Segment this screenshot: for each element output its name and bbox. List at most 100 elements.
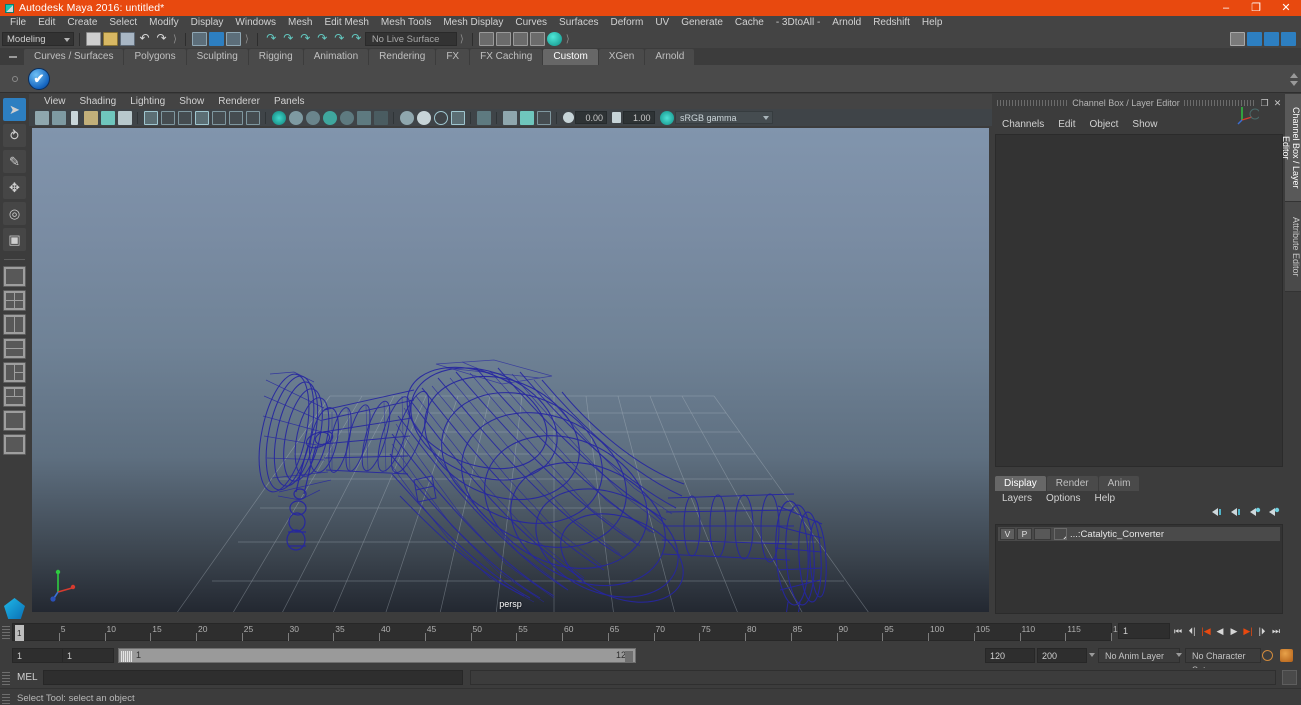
go-to-end-button[interactable]: ⏭ <box>1270 625 1282 638</box>
time-slider-handle[interactable] <box>2 625 10 639</box>
gate-mask-icon[interactable] <box>194 110 209 125</box>
layer-tab-display[interactable]: Display <box>995 476 1046 491</box>
shelf-tab-xgen[interactable]: XGen <box>598 49 645 65</box>
smooth-shade-icon[interactable] <box>228 110 243 125</box>
check-mark-shelf-icon[interactable]: ✔ <box>28 67 50 90</box>
range-slider[interactable]: 1 120 <box>118 648 636 663</box>
menu-cache[interactable]: Cache <box>729 16 770 30</box>
layer-menu-help[interactable]: Help <box>1087 492 1122 506</box>
display-layer-list[interactable]: V P ...:Catalytic_Converter <box>995 524 1283 614</box>
live-surface-field[interactable]: No Live Surface <box>364 32 457 46</box>
step-back-frame-button[interactable]: |◀ <box>1200 625 1212 638</box>
shelf-tab-animation[interactable]: Animation <box>303 49 369 65</box>
anim-layer-dropdown-icon[interactable] <box>1176 653 1182 657</box>
select-by-hierarchy-icon[interactable] <box>191 32 207 46</box>
open-scene-icon[interactable] <box>103 32 118 46</box>
shelf-tab-polygons[interactable]: Polygons <box>124 49 186 65</box>
menu-set-dropdown[interactable]: Modeling <box>2 32 74 46</box>
channel-menu-show[interactable]: Show <box>1125 118 1164 132</box>
shadows-icon[interactable] <box>117 110 132 125</box>
time-slider[interactable]: 1 5 10 15 20 25 30 35 40 45 50 55 60 65 70 75 80 85 90 95 1… <box>12 623 1127 641</box>
use-default-light-icon[interactable] <box>271 110 286 125</box>
exposure-reset-icon[interactable] <box>502 110 517 125</box>
menu-display[interactable]: Display <box>185 16 230 30</box>
playback-speed-dropdown-icon[interactable] <box>1089 653 1095 657</box>
help-line-handle[interactable] <box>2 692 10 704</box>
viewport-menu-panels[interactable]: Panels <box>267 94 312 109</box>
command-input[interactable] <box>43 670 463 685</box>
show-hide-icon[interactable] <box>478 32 494 46</box>
menu-deform[interactable]: Deform <box>605 16 650 30</box>
close-button[interactable]: ✕ <box>1271 0 1301 16</box>
menu-3dtoall[interactable]: - 3DtoAll - <box>770 16 826 30</box>
rotate-tool[interactable]: ◎ <box>3 202 26 225</box>
undock-button[interactable]: ❐ <box>1259 98 1270 109</box>
shelf-tab-arnold[interactable]: Arnold <box>645 49 695 65</box>
shelf-tab-custom[interactable]: Custom <box>543 49 598 65</box>
render-settings-icon[interactable] <box>529 32 545 46</box>
menu-select[interactable]: Select <box>103 16 143 30</box>
ipr-render-icon[interactable] <box>512 32 528 46</box>
xray-joints-icon[interactable] <box>416 110 431 125</box>
range-end-field[interactable]: 120 <box>985 648 1035 663</box>
vertical-tab-attribute-editor[interactable]: Attribute Editor <box>1285 202 1301 292</box>
shelf-tab-rigging[interactable]: Rigging <box>248 49 303 65</box>
gamma-panel-icon[interactable] <box>519 110 534 125</box>
move-tool[interactable]: ✥ <box>3 176 26 199</box>
layout-preset-four-view-layout[interactable] <box>3 290 26 311</box>
hypershade-icon[interactable] <box>546 32 562 46</box>
channel-menu-edit[interactable]: Edit <box>1051 118 1082 132</box>
layout-preset-multi-panel-layout[interactable] <box>3 410 26 431</box>
shadow-map-icon[interactable] <box>288 110 303 125</box>
select-camera-icon[interactable] <box>34 110 49 125</box>
shelf-tab-sculpting[interactable]: Sculpting <box>186 49 248 65</box>
color-management-panel-icon[interactable] <box>536 110 551 125</box>
layout-preset-outliner-persp-layout[interactable] <box>3 338 26 359</box>
menu-edit-mesh[interactable]: Edit Mesh <box>318 16 374 30</box>
select-by-object-icon[interactable] <box>208 32 224 46</box>
viewport-menu-shading[interactable]: Shading <box>73 94 124 109</box>
menu-arnold[interactable]: Arnold <box>826 16 867 30</box>
new-scene-icon[interactable] <box>86 32 101 46</box>
layer-tab-render[interactable]: Render <box>1046 476 1098 491</box>
menu-uv[interactable]: UV <box>649 16 675 30</box>
make-live-icon[interactable]: ↷ <box>349 32 364 46</box>
move-layer-up-icon[interactable] <box>1210 506 1223 518</box>
channel-box-toggle-icon[interactable] <box>1247 32 1262 46</box>
menu-file[interactable]: File <box>4 16 32 30</box>
color-space-dropdown[interactable]: sRGB gamma <box>675 111 773 124</box>
bookmark-icon[interactable] <box>71 110 78 125</box>
select-shading-icon[interactable] <box>450 110 465 125</box>
layer-menu-layers[interactable]: Layers <box>995 492 1039 506</box>
motion-blur-icon[interactable] <box>322 110 337 125</box>
script-editor-icon[interactable] <box>1282 670 1297 685</box>
color-management-icon[interactable] <box>659 110 674 125</box>
shelf-tab-curves-surfaces[interactable]: Curves / Surfaces <box>24 49 124 65</box>
anim-layer-field[interactable]: No Anim Layer <box>1098 648 1180 663</box>
save-scene-icon[interactable] <box>120 32 135 46</box>
chevron-up-icon[interactable] <box>1290 72 1298 78</box>
gamma-icon[interactable] <box>612 112 621 123</box>
shelf-scroll-arrows[interactable] <box>1289 66 1299 92</box>
exposure-field[interactable]: 0.00 <box>575 111 607 124</box>
auto-key-icon[interactable] <box>1262 650 1273 661</box>
isolate-select-icon[interactable] <box>373 110 388 125</box>
dock-drag-handle[interactable] <box>997 100 1069 106</box>
menu-mesh-display[interactable]: Mesh Display <box>437 16 509 30</box>
select-tool[interactable]: ➤ <box>3 98 26 121</box>
current-time-indicator[interactable]: 1 <box>15 625 24 641</box>
menu-mesh[interactable]: Mesh <box>282 16 318 30</box>
dock-close-button[interactable]: ✕ <box>1272 98 1283 109</box>
animation-start-field[interactable]: 1 <box>12 648 64 663</box>
layout-preset-persp-graph-layout[interactable] <box>3 386 26 407</box>
new-layer-from-selected-icon[interactable] <box>1267 506 1280 518</box>
camera-attributes-icon[interactable] <box>51 110 66 125</box>
new-layer-icon[interactable] <box>1248 506 1261 518</box>
command-line-handle[interactable] <box>2 671 10 685</box>
viewport-menu-lighting[interactable]: Lighting <box>123 94 172 109</box>
shelf-options-button[interactable] <box>2 65 28 93</box>
viewport-menu-show[interactable]: Show <box>172 94 211 109</box>
menu-create[interactable]: Create <box>61 16 103 30</box>
depth-of-field-icon[interactable] <box>356 110 371 125</box>
step-forward-frame-button[interactable]: ▶| <box>1242 625 1254 638</box>
